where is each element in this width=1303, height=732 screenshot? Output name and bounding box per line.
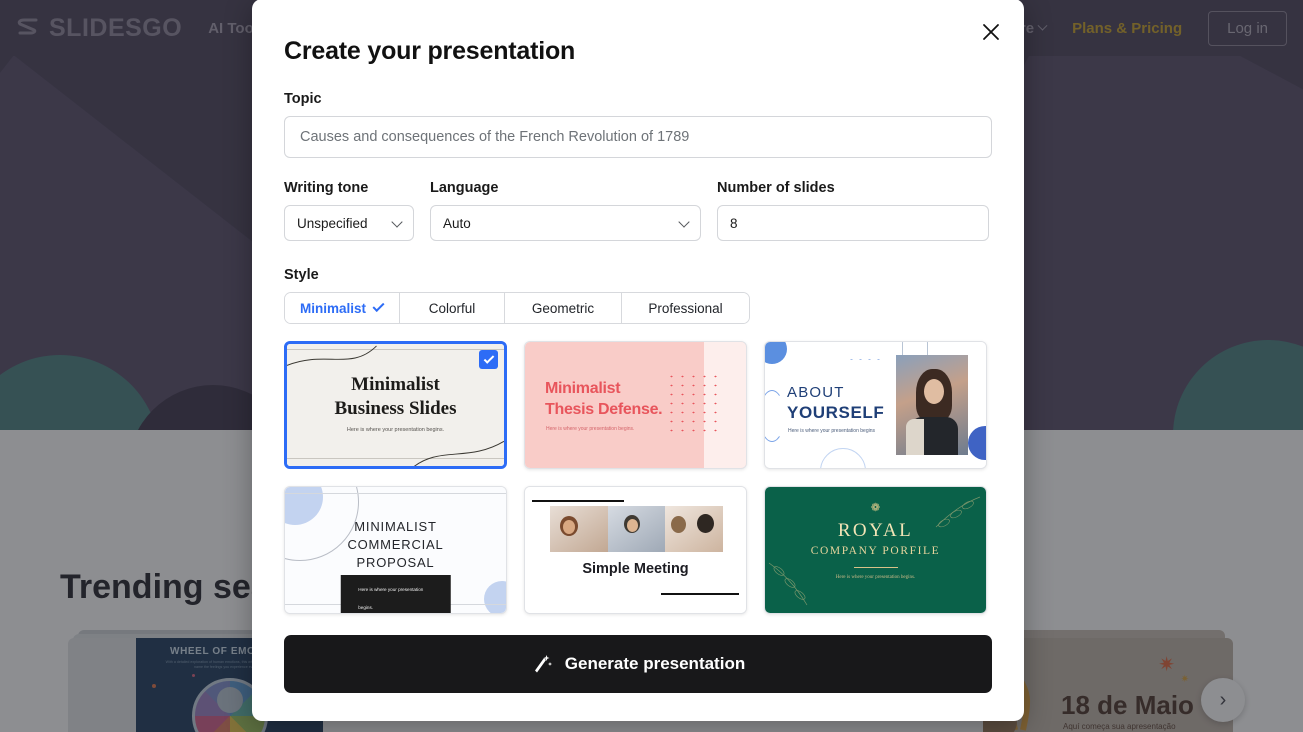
arc-decoration-left [765,390,785,442]
style-label: Style [284,267,319,283]
template-title-line2: YOURSELF [787,403,885,422]
template-card-about-yourself[interactable]: ABOUT YOURSELF Here is where your presen… [764,341,987,469]
subtitle-band: Here is where your presentation begins. [340,575,451,613]
template-preview: Minimalist Business Slides Here is where… [287,344,504,466]
style-group: Style Minimalist Colorful Geometric Prof… [284,267,992,324]
tab-geometric-label: Geometric [531,300,595,316]
tab-geometric[interactable]: Geometric [505,293,622,323]
template-title-line1: MINIMALIST [354,519,437,534]
close-icon[interactable] [976,17,1006,47]
arc-decoration-bottom [820,448,866,468]
template-card-minimalist-thesis-defense[interactable]: Minimalist Thesis Defense. Here is where… [524,341,747,469]
template-selected-checkbox[interactable] [479,350,498,369]
template-subtitle: Here is where your presentation begins. [546,426,635,432]
blue-circle-bottom-right [484,581,506,613]
title-divider [853,567,898,568]
template-card-minimalist-commercial-proposal[interactable]: MINIMALIST COMMERCIAL PROPOSAL Here is w… [284,486,507,614]
writing-tone-select[interactable]: Unspecified [284,205,414,241]
template-card-simple-meeting[interactable]: Simple Meeting [524,486,747,614]
topic-group: Topic [284,91,992,158]
tab-professional-label: Professional [648,300,723,316]
template-title-line2: Business Slides [334,398,457,419]
tab-professional[interactable]: Professional [622,293,749,323]
generate-presentation-label: Generate presentation [564,654,746,673]
blue-circle-decoration [765,342,787,364]
rule-top [285,493,506,494]
template-title-line1: ROYAL [837,520,914,541]
photo-center [607,506,666,552]
template-card-royal-company-porfile[interactable]: ❁ ROYAL COMPANY PORFILE Here is where yo… [764,486,987,614]
topic-label: Topic [284,91,322,107]
template-title-line1: Simple Meeting [582,561,689,577]
template-title-line3: PROPOSAL [356,555,435,570]
style-tabs: Minimalist Colorful Geometric Profession… [284,292,750,324]
dot-row-decoration [847,356,883,360]
template-preview: ❁ ROYAL COMPANY PORFILE Here is where yo… [765,487,986,613]
options-row: Writing tone Unspecified Language Auto N… [284,180,992,241]
rule-top [532,500,624,503]
generate-presentation-button[interactable]: Generate presentation [284,635,992,693]
template-preview: Simple Meeting [525,487,746,613]
template-title-line2: COMPANY PORFILE [810,545,941,557]
writing-tone-label: Writing tone [284,180,369,196]
template-preview: Minimalist Thesis Defense. Here is where… [525,342,746,468]
tab-minimalist[interactable]: Minimalist [285,293,400,323]
chevron-down-icon [678,216,690,228]
template-subtitle: Here is where your presentation begins [788,428,875,434]
template-preview: MINIMALIST COMMERCIAL PROPOSAL Here is w… [285,487,506,613]
template-subtitle: Here is where your presentation begins. [358,587,424,610]
template-card-minimalist-business-slides[interactable]: Minimalist Business Slides Here is where… [284,341,507,469]
template-photo-strip [550,506,723,552]
magic-wand-icon [534,655,552,673]
language-select[interactable]: Auto [430,205,701,241]
photo-right [665,506,723,552]
rule-bottom [661,592,739,595]
create-presentation-modal: Create your presentation Topic Writing t… [252,0,1024,721]
template-title-line1: Minimalist [545,380,621,397]
language-label: Language [430,180,499,196]
chevron-down-icon [391,216,403,228]
leaf-decoration-bottom-left [768,562,808,606]
tab-colorful[interactable]: Colorful [400,293,505,323]
template-title-line1: ABOUT [787,384,845,401]
topic-input[interactable] [284,116,992,158]
template-subtitle: Here is where your presentation begins. [835,575,916,580]
photo-left [550,506,608,552]
tab-minimalist-label: Minimalist [299,300,366,316]
template-subtitle: Here is where your presentation begins. [346,427,445,433]
check-icon [372,299,385,313]
template-preview: ABOUT YOURSELF Here is where your presen… [765,342,986,468]
dot-grid-decoration [666,372,724,434]
page-title: Create your presentation [284,37,576,65]
photo-face [924,379,944,404]
photo-coat [906,419,924,455]
writing-tone-group: Writing tone Unspecified [284,180,414,241]
template-grid: Minimalist Business Slides Here is where… [284,341,992,614]
template-photo [896,355,968,455]
number-of-slides-group: Number of slides [717,180,989,241]
close-icon-glyph [983,24,999,40]
language-value: Auto [443,215,471,231]
blue-circle-right [968,426,986,460]
number-of-slides-input[interactable] [717,205,989,241]
writing-tone-value: Unspecified [297,215,368,231]
template-title-line2: COMMERCIAL [347,537,444,552]
number-of-slides-label: Number of slides [717,180,835,196]
language-group: Language Auto [430,180,701,241]
template-title-line1: Minimalist [351,374,440,395]
tab-colorful-label: Colorful [428,300,476,316]
crest-icon: ❁ [870,502,881,514]
template-title-line2: Thesis Defense. [545,401,663,418]
